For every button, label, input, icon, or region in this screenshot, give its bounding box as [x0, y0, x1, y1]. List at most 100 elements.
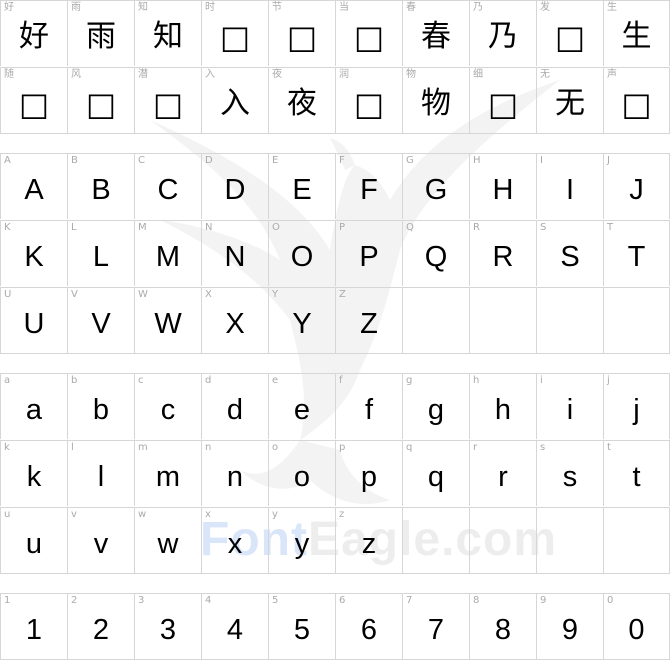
- glyph-label: r: [473, 442, 478, 453]
- glyph-sample: 雨: [86, 19, 116, 54]
- glyph-label: 7: [406, 595, 413, 606]
- glyph-label: 8: [473, 595, 480, 606]
- section-chinese: 好好雨雨知知时 □ 节 □ 当 □ 春春乃乃发 □ 生生随 □ 风 □ 潜 □ 入入夜夜润 □ 物物细 □ 无无声 □: [0, 0, 670, 134]
- glyph-label: C: [138, 155, 145, 166]
- glyph-cell: KK: [0, 220, 67, 286]
- glyph-cell: uu: [0, 507, 67, 573]
- glyph-cell: 风 □: [67, 67, 134, 133]
- glyph-cell: [536, 507, 603, 573]
- glyph-label: J: [607, 155, 610, 166]
- glyph-label: b: [71, 375, 78, 386]
- missing-glyph-box: □: [18, 85, 50, 123]
- glyph-cell: 44: [201, 593, 268, 659]
- glyph-cell: HH: [469, 153, 536, 219]
- glyph-label: 入: [205, 69, 215, 80]
- missing-glyph-box: □: [219, 18, 251, 56]
- glyph-label: 声: [607, 69, 617, 80]
- glyph-cell: zz: [335, 507, 402, 573]
- glyph-cell: gg: [402, 373, 469, 439]
- glyph-sample: T: [627, 241, 646, 273]
- glyph-cell: YY: [268, 287, 335, 353]
- glyph-label: 6: [339, 595, 346, 606]
- glyph-row: UUVVWWXXYYZZ: [0, 287, 670, 354]
- glyph-sample: Y: [292, 308, 312, 340]
- glyph-sample: O: [290, 241, 314, 273]
- glyph-cell: 55: [268, 593, 335, 659]
- glyph-cell: [469, 507, 536, 573]
- glyph-label: Q: [406, 222, 414, 233]
- glyph-cell: 夜夜: [268, 67, 335, 133]
- glyph-sample: 4: [226, 614, 244, 646]
- section-bottom-border: [0, 133, 670, 134]
- glyph-cell: 11: [0, 593, 67, 659]
- glyph-label: 无: [540, 69, 550, 80]
- glyph-sample: e: [293, 394, 311, 426]
- glyph-sample: h: [494, 394, 512, 426]
- glyph-sample: C: [157, 174, 179, 206]
- glyph-cell: JJ: [603, 153, 670, 219]
- glyph-row: aabbccddeeffgghhiijj: [0, 373, 670, 440]
- glyph-row: 随 □ 风 □ 潜 □ 入入夜夜润 □ 物物细 □ 无无声 □: [0, 67, 670, 134]
- glyph-cell: hh: [469, 373, 536, 439]
- glyph-cell: 33: [134, 593, 201, 659]
- glyph-cell: RR: [469, 220, 536, 286]
- glyph-cell: QQ: [402, 220, 469, 286]
- glyph-cell: vv: [67, 507, 134, 573]
- glyph-label: 细: [473, 69, 483, 80]
- glyph-sample: 9: [561, 614, 579, 646]
- glyph-sample: z: [361, 528, 377, 560]
- glyph-sample: V: [91, 308, 111, 340]
- glyph-label: 春: [406, 2, 416, 13]
- section-lowercase: aabbccddeeffgghhiijjkkllmmnnooppqqrrsstt…: [0, 373, 670, 574]
- glyph-sample: o: [293, 461, 311, 493]
- glyph-row: AABBCCDDEEFFGGHHIIJJ: [0, 153, 670, 220]
- glyph-cell: qq: [402, 440, 469, 506]
- glyph-sample: K: [24, 241, 44, 273]
- glyph-label: 乃: [473, 2, 483, 13]
- glyph-sample: x: [227, 528, 243, 560]
- glyph-label: L: [71, 222, 77, 233]
- glyph-cell: 时 □: [201, 0, 268, 66]
- glyph-sample: F: [360, 174, 378, 206]
- glyph-label: t: [607, 442, 611, 453]
- glyph-sample: a: [25, 394, 43, 426]
- missing-glyph-box: □: [85, 85, 117, 123]
- glyph-sample: 7: [427, 614, 445, 646]
- glyph-label: m: [138, 442, 148, 453]
- glyph-sample: 夜: [287, 86, 317, 121]
- glyph-label: O: [272, 222, 280, 233]
- glyph-label: U: [4, 289, 12, 300]
- glyph-sample: 0: [628, 614, 645, 646]
- glyph-label: 雨: [71, 2, 81, 13]
- glyph-label: e: [272, 375, 279, 386]
- glyph-cell: kk: [0, 440, 67, 506]
- glyph-sample: Q: [424, 241, 448, 273]
- section-uppercase: AABBCCDDEEFFGGHHIIJJKKLLMMNNOOPPQQRRSSTT…: [0, 153, 670, 354]
- glyph-label: 节: [272, 2, 282, 13]
- glyph-sample: v: [93, 528, 109, 560]
- glyph-row: 好好雨雨知知时 □ 节 □ 当 □ 春春乃乃发 □ 生生: [0, 0, 670, 67]
- glyph-label: S: [540, 222, 547, 233]
- glyph-label: G: [406, 155, 414, 166]
- glyph-sample: 8: [494, 614, 512, 646]
- glyph-label: E: [272, 155, 279, 166]
- glyph-cell: pp: [335, 440, 402, 506]
- glyph-cell: ee: [268, 373, 335, 439]
- glyph-sample: p: [360, 461, 378, 493]
- glyph-label: 4: [205, 595, 212, 606]
- glyph-cell: FF: [335, 153, 402, 219]
- glyph-label: i: [540, 375, 543, 386]
- glyph-cell: cc: [134, 373, 201, 439]
- glyph-cell: 99: [536, 593, 603, 659]
- glyph-sample: l: [97, 461, 105, 493]
- glyph-sample: g: [427, 394, 445, 426]
- glyph-cell: UU: [0, 287, 67, 353]
- glyph-sample: A: [24, 174, 44, 206]
- glyph-sample: M: [155, 241, 181, 273]
- glyph-cell: mm: [134, 440, 201, 506]
- missing-glyph-box: □: [554, 18, 586, 56]
- glyph-cell: 生生: [603, 0, 670, 66]
- glyph-sample: G: [424, 174, 448, 206]
- glyph-label: 夜: [272, 69, 282, 80]
- glyph-label: 5: [272, 595, 279, 606]
